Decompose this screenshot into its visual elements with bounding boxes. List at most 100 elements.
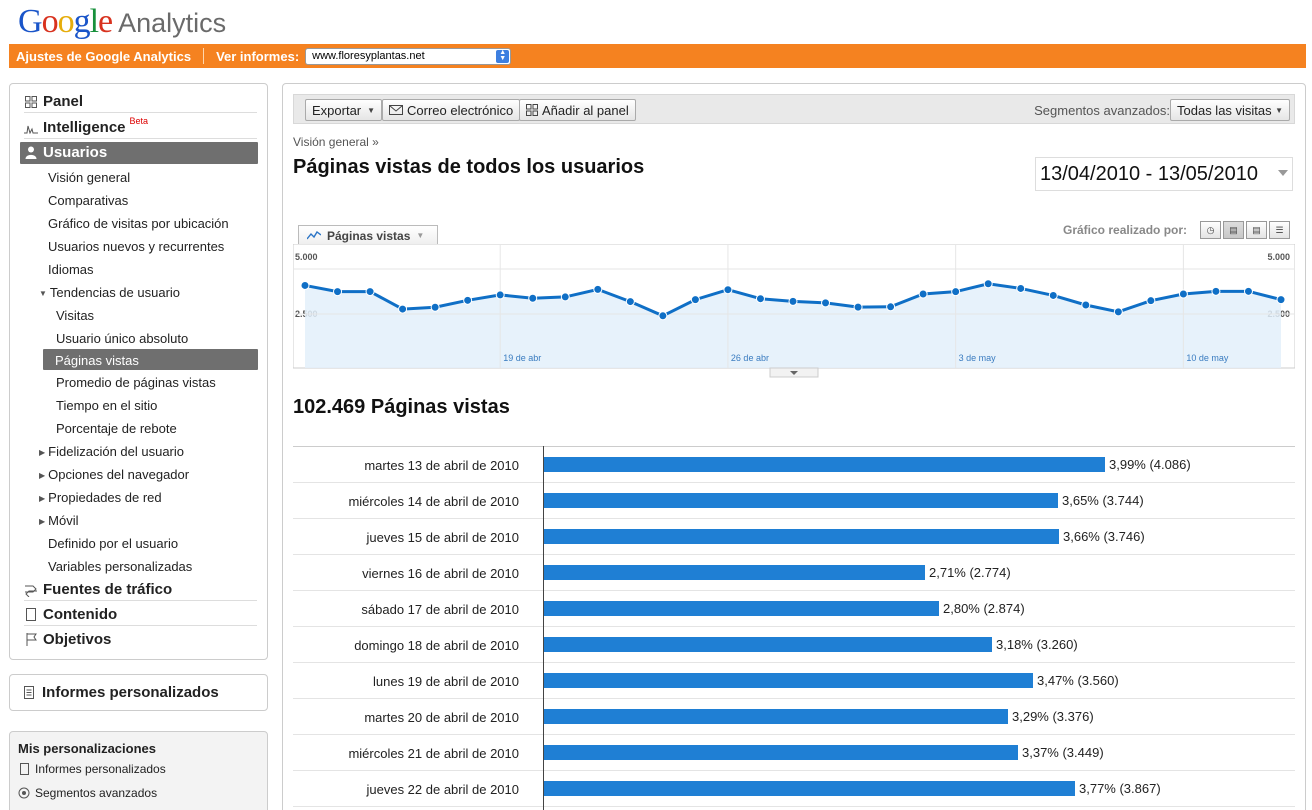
flag-icon [24, 633, 38, 647]
row-date[interactable]: miércoles 14 de abril de 2010 [348, 494, 519, 509]
beta-badge: Beta [129, 115, 149, 126]
row-date[interactable]: jueves 22 de abril de 2010 [366, 782, 519, 797]
data-point [886, 302, 896, 312]
sidebar-subitem-red[interactable]: ▶ Propiedades de red [39, 490, 162, 505]
data-point [690, 295, 700, 305]
row-bar [544, 529, 1059, 544]
sidebar-subitem-variables[interactable]: Variables personalizadas [48, 559, 192, 574]
data-point [1146, 296, 1156, 306]
sidebar-subitem-nuevos-recurrentes[interactable]: Usuarios nuevos y recurrentes [48, 239, 224, 254]
sidebar-item-objetivos[interactable]: Objetivos [24, 631, 111, 648]
segments-dropdown[interactable]: Todas las visitas ▼ [1170, 99, 1290, 121]
row-value: 3,99% (4.086) [1109, 457, 1191, 472]
button-label: Exportar [312, 102, 362, 118]
data-point [1081, 300, 1091, 310]
sidebar-subitem-definido-usuario[interactable]: Definido por el usuario [48, 536, 178, 551]
sidebar-item-contenido[interactable]: Contenido [24, 606, 117, 623]
site-select[interactable]: www.floresyplantas.net ▲ ▼ [305, 47, 512, 65]
sidebar-subitem-movil[interactable]: ▶ Móvil [39, 513, 79, 528]
data-point [1048, 290, 1058, 300]
table-row: sábado 17 de abril de 2010 2,80% (2.874) [293, 591, 1295, 627]
data-point [723, 285, 733, 295]
segments-label: Segmentos avanzados: [1034, 103, 1170, 118]
graph-by-label: Gráfico realizado por: [1063, 223, 1188, 237]
pageviews-table: martes 13 de abril de 2010 3,99% (4.086) m… [293, 446, 1295, 807]
graph-by-day-button[interactable]: ▤ [1223, 221, 1244, 239]
settings-link[interactable]: Ajustes de Google Analytics [16, 49, 191, 64]
row-date[interactable]: viernes 16 de abril de 2010 [362, 566, 519, 581]
row-value: 3,65% (3.744) [1062, 493, 1144, 508]
sidebar-subitem-fidelizacion[interactable]: ▶ Fidelización del usuario [39, 444, 184, 459]
sidebar-subitem-mapa[interactable]: Gráfico de visitas por ubicación [48, 216, 229, 231]
chevron-down-icon: ▼ [367, 105, 376, 115]
envelope-icon [389, 105, 403, 115]
sidebar-subitem-tiempo-sitio[interactable]: Tiempo en el sitio [56, 398, 157, 413]
google-analytics-logo[interactable]: Google Analytics [18, 3, 226, 41]
sidebar-subitem-tendencias[interactable]: ▼ Tendencias de usuario [39, 285, 180, 300]
row-value: 2,71% (2.774) [929, 565, 1011, 580]
row-date[interactable]: domingo 18 de abril de 2010 [354, 638, 519, 653]
sidebar-item-fuentes[interactable]: Fuentes de tráfico [24, 581, 172, 598]
sidebar-subitem-comparativas[interactable]: Comparativas [48, 193, 128, 208]
collapsed-triangle-icon: ▶ [39, 471, 46, 480]
collapsed-triangle-icon: ▶ [39, 494, 46, 503]
sidebar-subitem-paginas-vistas[interactable]: Páginas vistas [55, 353, 139, 368]
data-point [528, 293, 538, 303]
row-date[interactable]: martes 20 de abril de 2010 [364, 710, 519, 725]
sidebar-subitem-rebote[interactable]: Porcentaje de rebote [56, 421, 177, 436]
sidebar-item-usuarios[interactable]: Usuarios [24, 144, 107, 161]
row-date[interactable]: jueves 15 de abril de 2010 [366, 530, 519, 545]
table-row: viernes 16 de abril de 2010 2,71% (2.774) [293, 555, 1295, 591]
data-point [398, 304, 408, 314]
sidebar-item-label: Opciones del navegador [48, 467, 190, 482]
date-range-picker[interactable]: 13/04/2010 - 13/05/2010 [1035, 157, 1293, 191]
row-date[interactable]: lunes 19 de abril de 2010 [373, 674, 519, 689]
sidebar-item-label: Fuentes de tráfico [43, 581, 173, 598]
sidebar-subitem-promedio-paginas[interactable]: Promedio de páginas vistas [56, 375, 216, 390]
site-select-value: www.floresyplantas.net [312, 50, 425, 62]
sidebar-item-panel[interactable]: Panel [24, 93, 83, 110]
sidebar-subitem-vision-general[interactable]: Visión general [48, 170, 130, 185]
data-point [1113, 307, 1123, 317]
graph-by-week-button[interactable]: ▤ [1246, 221, 1267, 239]
y-tick-label-right-top: 5.000 [1267, 252, 1290, 262]
x-tick-label: 10 de may [1186, 353, 1229, 363]
row-bar [544, 493, 1058, 508]
row-date[interactable]: martes 13 de abril de 2010 [364, 458, 519, 473]
day-icon: ▤ [1229, 224, 1238, 235]
metric-tab[interactable]: Páginas vistas ▼ [298, 225, 438, 245]
custom-reports-box[interactable]: Informes personalizados [9, 674, 268, 711]
table-axis-line [543, 446, 544, 810]
row-date[interactable]: miércoles 21 de abril de 2010 [348, 746, 519, 761]
sidebar-subitem-navegador[interactable]: ▶ Opciones del navegador [39, 467, 189, 482]
add-to-dashboard-button[interactable]: Añadir al panel [519, 99, 636, 121]
report-icon [24, 686, 34, 699]
nav-separator [203, 48, 205, 64]
my-customizations-box: Mis personalizaciones Informes personali… [9, 731, 268, 810]
data-point [983, 279, 993, 289]
row-bar [544, 457, 1105, 472]
sidebar-subitem-idiomas[interactable]: Idiomas [48, 262, 94, 277]
data-point [463, 295, 473, 305]
sidebar-item-label: Contenido [43, 606, 118, 623]
sidebar-item-label: Móvil [48, 513, 79, 528]
sidebar-item-intelligence[interactable]: Intelligence Beta [24, 115, 149, 136]
export-button[interactable]: Exportar ▼ [305, 99, 383, 121]
chevron-down-icon [1278, 170, 1288, 176]
sidebar-item-label: Usuarios [43, 144, 108, 161]
week-icon: ▤ [1252, 224, 1261, 235]
graph-by-hour-button[interactable]: ◷ [1200, 221, 1221, 239]
graph-by-month-button[interactable]: ☰ [1269, 221, 1290, 239]
my-custom-reports-link[interactable]: Informes personalizados [20, 762, 166, 776]
row-date[interactable]: sábado 17 de abril de 2010 [361, 602, 519, 617]
segments-icon [18, 787, 30, 799]
my-advanced-segments-link[interactable]: Segmentos avanzados [18, 786, 157, 800]
sidebar: Panel Intelligence Beta Usuarios Visión … [9, 83, 268, 660]
sidebar-subitem-visitas[interactable]: Visitas [56, 308, 94, 323]
table-row: martes 13 de abril de 2010 3,99% (4.086) [293, 447, 1295, 483]
breadcrumb[interactable]: Visión general » [293, 135, 379, 149]
top-nav-bar: Ajustes de Google Analytics Ver informes… [9, 44, 1306, 68]
sidebar-subitem-usuario-unico[interactable]: Usuario único absoluto [56, 331, 188, 346]
data-point [560, 292, 570, 302]
email-button[interactable]: Correo electrónico [382, 99, 521, 121]
